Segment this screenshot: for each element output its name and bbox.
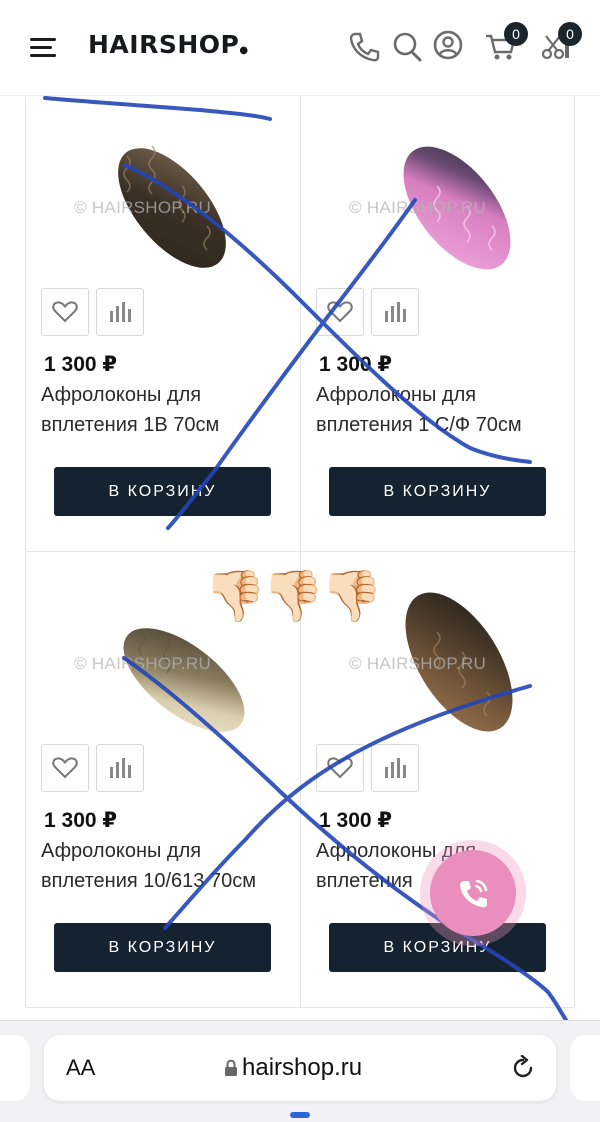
add-to-compare-button[interactable] [96,744,144,792]
cart-icon[interactable]: 0 [484,22,528,64]
heart-icon [52,757,78,779]
heart-icon [327,301,353,323]
cart-count-badge: 0 [504,22,528,46]
heart-icon [52,301,78,323]
bar-chart-icon [110,302,131,322]
call-button[interactable] [430,850,516,936]
site-logo[interactable]: HAIRSHOP● [88,30,249,59]
product-name[interactable]: Афролоконы для вплетения 1 С/Ф 70см [316,380,566,440]
add-to-favorites-button[interactable] [316,744,364,792]
image-watermark: © HAIRSHOP.RU [74,198,212,217]
product-card[interactable]: © HAIRSHOP.RU 1 300 ₽ Афролоконы для впл… [301,96,576,552]
add-to-cart-button[interactable]: В КОРЗИНУ [54,923,271,972]
product-name[interactable]: Афролоконы для вплетения 10/613 70см [41,836,291,896]
reload-icon[interactable] [510,1054,536,1081]
product-name[interactable]: Афролоконы для вплетения 1B 70см [41,380,291,440]
add-to-compare-button[interactable] [371,744,419,792]
image-watermark: © HAIRSHOP.RU [349,198,487,217]
address-bar[interactable]: AA hairshop.ru [44,1035,556,1101]
search-icon[interactable] [390,28,424,64]
home-indicator [290,1112,310,1118]
bar-chart-icon [385,302,406,322]
site-header: HAIRSHOP● 0 0 [0,0,600,96]
next-tab-preview[interactable] [570,1035,600,1101]
product-price: 1 300 ₽ [44,353,117,376]
product-price: 1 300 ₽ [319,353,392,376]
url-display[interactable]: hairshop.ru [224,1054,362,1082]
lock-icon [225,1059,237,1076]
image-watermark: © HAIRSHOP.RU [74,654,212,673]
product-price: 1 300 ₽ [319,809,392,832]
menu-icon[interactable] [30,38,56,58]
thumbs-down-emojis: 👎🏻👎🏻👎🏻 [204,568,383,624]
heart-icon [327,757,353,779]
add-to-cart-button[interactable]: В КОРЗИНУ [54,467,271,516]
reader-settings-button[interactable]: AA [66,1055,95,1081]
compare-icon[interactable]: 0 [538,22,582,64]
phone-call-icon [460,879,488,908]
add-to-compare-button[interactable] [96,288,144,336]
product-price: 1 300 ₽ [44,809,117,832]
image-watermark: © HAIRSHOP.RU [349,654,487,673]
add-to-favorites-button[interactable] [41,288,89,336]
user-icon[interactable] [432,28,466,64]
add-to-compare-button[interactable] [371,288,419,336]
previous-tab-preview[interactable] [0,1035,30,1101]
phone-icon[interactable] [346,28,380,64]
browser-toolbar: AA hairshop.ru [0,1020,600,1122]
add-to-cart-button[interactable]: В КОРЗИНУ [329,467,546,516]
add-to-favorites-button[interactable] [316,288,364,336]
bar-chart-icon [110,758,131,778]
url-text: hairshop.ru [242,1054,363,1081]
add-to-favorites-button[interactable] [41,744,89,792]
bar-chart-icon [385,758,406,778]
product-card[interactable]: © HAIRSHOP.RU 1 300 ₽ Афролоконы для впл… [26,96,301,552]
compare-count-badge: 0 [558,22,582,46]
